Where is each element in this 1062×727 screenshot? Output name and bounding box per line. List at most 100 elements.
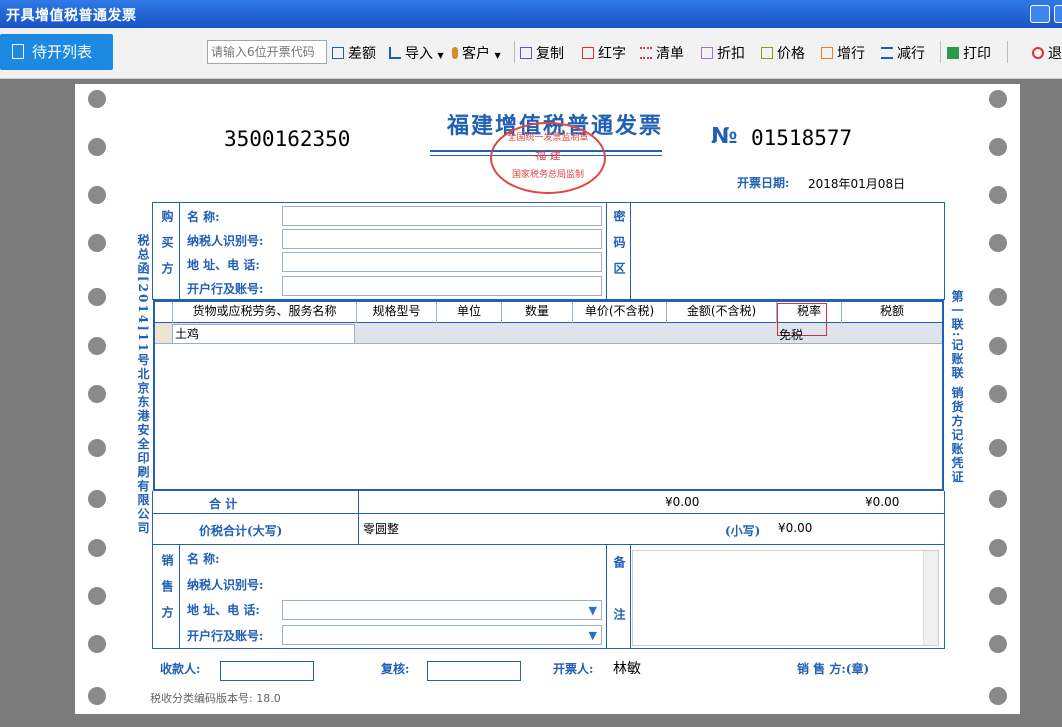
buyer-bank-input[interactable] bbox=[282, 276, 602, 296]
punch-hole bbox=[88, 138, 106, 156]
dropdown-arrow-icon: ▼ bbox=[494, 51, 501, 60]
punch-hole bbox=[989, 490, 1007, 508]
import-icon bbox=[389, 47, 401, 59]
red-invoice-icon bbox=[582, 47, 594, 59]
stamp-bottom-text: 国家税务总局监制 bbox=[511, 170, 584, 180]
detail-list-icon bbox=[640, 47, 652, 59]
drawer-label: 开票人: bbox=[553, 662, 594, 676]
discount-button[interactable]: 折扣 bbox=[701, 43, 745, 63]
buyer-address-input[interactable] bbox=[282, 252, 602, 272]
punch-hole bbox=[989, 687, 1007, 705]
col-spec-header: 规格型号 bbox=[372, 304, 421, 318]
buyer-address-label: 地 址、电 话: bbox=[187, 258, 260, 272]
seller-address-select[interactable]: ▼ bbox=[282, 600, 602, 620]
tax-rate-value[interactable]: 免税 bbox=[779, 326, 803, 343]
buyer-name-input[interactable] bbox=[282, 206, 602, 226]
punch-hole bbox=[989, 234, 1007, 252]
punch-hole bbox=[88, 687, 106, 705]
punch-hole bbox=[989, 635, 1007, 653]
customer-button[interactable]: 客户 ▼ bbox=[452, 43, 501, 63]
payee-label: 收款人: bbox=[160, 662, 201, 676]
punch-hole bbox=[989, 138, 1007, 156]
chevron-down-icon[interactable]: ▼ bbox=[589, 629, 597, 642]
title-bar: 开具增值税普通发票 bbox=[0, 0, 1062, 28]
buyer-name-label: 名 称: bbox=[187, 210, 220, 224]
punch-hole bbox=[88, 186, 106, 204]
total-label: 合 计 bbox=[209, 497, 238, 511]
window-title: 开具增值税普通发票 bbox=[6, 8, 137, 24]
import-button[interactable]: 导入 ▼ bbox=[389, 43, 444, 63]
number-symbol: № bbox=[711, 124, 738, 149]
col-amount-header: 金额(不含税) bbox=[686, 304, 757, 318]
punch-hole bbox=[989, 439, 1007, 457]
seller-bank-label: 开户行及账号: bbox=[187, 629, 264, 643]
item-name-cell[interactable]: 土鸡 bbox=[172, 324, 355, 344]
pending-list-button[interactable]: 待开列表 bbox=[0, 34, 113, 70]
print-icon bbox=[947, 47, 959, 59]
delete-row-icon bbox=[881, 47, 893, 59]
close-window-button[interactable] bbox=[1054, 5, 1062, 23]
chevron-down-icon[interactable]: ▼ bbox=[589, 604, 597, 617]
col-tax-header: 税额 bbox=[879, 304, 904, 318]
reviewer-input[interactable] bbox=[427, 661, 521, 681]
restore-button[interactable] bbox=[1030, 5, 1050, 23]
price-button[interactable]: 价格 bbox=[761, 43, 805, 63]
payee-input[interactable] bbox=[220, 661, 314, 681]
invoice-stamp: 全国统一发票监制章 福 建 国家税务总局监制 bbox=[490, 122, 606, 194]
exit-button[interactable]: 退 bbox=[1032, 43, 1062, 63]
copy-button[interactable]: 复制 bbox=[520, 43, 564, 63]
punch-hole bbox=[989, 90, 1007, 108]
discount-icon bbox=[701, 47, 713, 59]
remark-label: 备注 bbox=[612, 556, 626, 660]
punch-hole bbox=[88, 385, 106, 403]
remark-textarea[interactable] bbox=[632, 550, 939, 646]
power-icon bbox=[1032, 47, 1044, 59]
add-row-icon bbox=[821, 47, 833, 59]
col-qty-header: 数量 bbox=[524, 304, 549, 318]
invoice-paper: 福建增值税普通发票 全国统一发票监制章 福 建 国家税务总局监制 3500162… bbox=[75, 84, 1020, 714]
invoice-code: 3500162350 bbox=[224, 127, 351, 151]
issue-date-label: 开票日期: bbox=[737, 176, 790, 190]
punch-hole bbox=[88, 90, 106, 108]
toolbar: 待开列表 差额 导入 ▼ 客户 ▼ 复制 红字 清单 折扣 价格 增行 减行 打… bbox=[0, 28, 1062, 79]
delete-row-button[interactable]: 减行 bbox=[881, 43, 925, 63]
copy-type-label: 第一联:记账联 销货方记账凭证 bbox=[950, 290, 964, 485]
total-tax: ¥0.00 bbox=[865, 495, 900, 509]
reviewer-label: 复核: bbox=[381, 662, 410, 676]
small-amount-label: (小写) bbox=[725, 524, 761, 538]
punch-hole bbox=[88, 288, 106, 306]
price-icon bbox=[761, 47, 773, 59]
list-icon bbox=[12, 44, 24, 59]
buyer-taxid-label: 纳税人识别号: bbox=[187, 234, 264, 248]
cipher-area-label: 密码区 bbox=[612, 210, 626, 288]
col-price-header: 单价(不含税) bbox=[584, 304, 655, 318]
punch-hole bbox=[88, 539, 106, 557]
col-unit-header: 单位 bbox=[456, 304, 481, 318]
difference-button[interactable]: 差额 bbox=[332, 43, 376, 63]
add-row-button[interactable]: 增行 bbox=[821, 43, 865, 63]
buyer-label: 购买方 bbox=[160, 210, 174, 288]
red-invoice-button[interactable]: 红字 bbox=[582, 43, 626, 63]
row-selector[interactable] bbox=[155, 324, 171, 342]
punch-hole bbox=[88, 337, 106, 355]
invoice-code-input[interactable] bbox=[207, 40, 327, 64]
punch-hole bbox=[989, 186, 1007, 204]
seller-bank-select[interactable]: ▼ bbox=[282, 625, 602, 645]
punch-hole bbox=[989, 539, 1007, 557]
buyer-taxid-input[interactable] bbox=[282, 229, 602, 249]
punch-hole bbox=[989, 587, 1007, 605]
small-amount-value: ¥0.00 bbox=[778, 521, 813, 535]
punch-hole bbox=[88, 234, 106, 252]
punch-hole bbox=[88, 635, 106, 653]
print-button[interactable]: 打印 bbox=[947, 43, 991, 63]
remark-scrollbar[interactable] bbox=[923, 551, 938, 645]
seller-seal-label: 销 售 方:(章) bbox=[797, 662, 870, 676]
list-detail-button[interactable]: 清单 bbox=[640, 43, 684, 63]
punch-hole bbox=[88, 439, 106, 457]
version-info: 税收分类编码版本号: 18.0 bbox=[150, 692, 281, 705]
punch-hole bbox=[88, 490, 106, 508]
punch-hole bbox=[989, 337, 1007, 355]
printer-info: 税总函[2014]11号北京东港安全印刷有限公司 bbox=[136, 234, 150, 536]
drawer-value: 林敏 bbox=[613, 661, 641, 677]
col-name-header: 货物或应税劳务、服务名称 bbox=[192, 304, 337, 318]
